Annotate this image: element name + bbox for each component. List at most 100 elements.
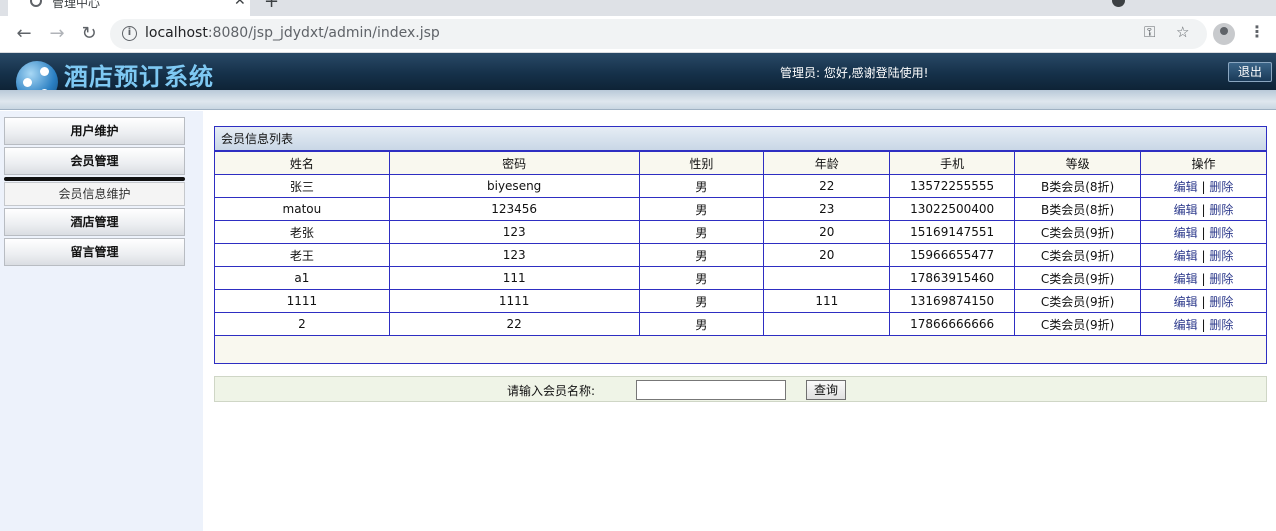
panel-title: 会员信息列表: [215, 127, 1266, 151]
welcome-text: 管理员: 您好,感谢登陆使用!: [780, 66, 929, 80]
member-name-input[interactable]: [636, 380, 786, 400]
table-row: a1 111 男 17863915460 C类会员(9折) 编辑 | 删除: [214, 266, 1267, 290]
edit-link[interactable]: 编辑: [1174, 180, 1198, 194]
edit-link[interactable]: 编辑: [1174, 226, 1198, 240]
cell-password: 22: [388, 312, 640, 336]
edit-link[interactable]: 编辑: [1174, 272, 1198, 286]
cell-password: 123: [388, 243, 640, 267]
table-row: 老王 123 男 20 15966655477 C类会员(9折) 编辑 | 删除: [214, 243, 1267, 267]
search-bar: 请输入会员名称: 查询: [214, 376, 1267, 402]
action-separator: |: [1201, 225, 1206, 240]
edit-link[interactable]: 编辑: [1174, 295, 1198, 309]
action-separator: |: [1201, 317, 1206, 332]
edit-link[interactable]: 编辑: [1174, 203, 1198, 217]
cell-password: 123: [388, 220, 640, 244]
logout-button[interactable]: 退出: [1228, 62, 1272, 82]
cell-age: 23: [763, 197, 891, 221]
app-title: 酒店预订系统: [64, 63, 214, 91]
cell-phone: 17866666666: [889, 312, 1016, 336]
cell-age: 20: [763, 220, 891, 244]
cell-phone: 17863915460: [889, 266, 1016, 290]
close-tab-icon[interactable]: ✕: [234, 0, 246, 9]
cell-level: C类会员(9折): [1014, 220, 1142, 244]
menu-dots-icon[interactable]: ⋮: [1249, 22, 1265, 41]
sidebar-item-message-management[interactable]: 留言管理: [4, 238, 185, 266]
info-icon[interactable]: i: [122, 26, 137, 41]
delete-link[interactable]: 删除: [1209, 272, 1233, 286]
sidebar-divider: [4, 177, 185, 181]
sidebar-item-user-maintenance[interactable]: 用户维护: [4, 117, 185, 145]
sidebar-item-member-management[interactable]: 会员管理: [4, 147, 185, 175]
column-header: 性别: [638, 151, 765, 175]
column-header: 姓名: [214, 151, 390, 175]
cell-level: C类会员(9折): [1014, 266, 1142, 290]
cell-password: 123456: [388, 197, 640, 221]
address-bar[interactable]: i localhost:8080/jsp_jdydxt/admin/index.…: [110, 19, 1207, 49]
delete-link[interactable]: 删除: [1209, 249, 1233, 263]
cell-phone: 15169147551: [889, 220, 1016, 244]
cell-gender: 男: [638, 312, 765, 336]
cell-password: 1111: [388, 289, 640, 313]
back-arrow-icon[interactable]: ←: [12, 22, 36, 46]
cell-name: 1111: [214, 289, 390, 313]
cell-phone: 13022500400: [889, 197, 1016, 221]
cell-level: B类会员(8折): [1014, 197, 1142, 221]
cell-age: 22: [763, 174, 891, 198]
member-list-panel: 会员信息列表 姓名 密码 性别 年龄 手机 等级 操作 张三 biyeseng …: [214, 126, 1267, 364]
delete-link[interactable]: 删除: [1209, 180, 1233, 194]
cell-actions: 编辑 | 删除: [1140, 197, 1267, 221]
column-header: 操作: [1140, 151, 1267, 175]
forward-arrow-icon[interactable]: →: [45, 22, 69, 46]
table-row: 张三 biyeseng 男 22 13572255555 B类会员(8折) 编辑…: [214, 174, 1267, 198]
new-tab-button[interactable]: +: [264, 0, 279, 12]
cell-gender: 男: [638, 266, 765, 290]
action-separator: |: [1201, 294, 1206, 309]
browser-tabstrip: 管理中心 ✕ +: [0, 0, 1276, 16]
action-separator: |: [1201, 248, 1206, 263]
table-row: 2 22 男 17866666666 C类会员(9折) 编辑 | 删除: [214, 312, 1267, 336]
cell-gender: 男: [638, 197, 765, 221]
cell-gender: 男: [638, 174, 765, 198]
cell-level: C类会员(9折): [1014, 243, 1142, 267]
browser-toolbar: ← → ↻ i localhost:8080/jsp_jdydxt/admin/…: [0, 16, 1276, 53]
cell-phone: 15966655477: [889, 243, 1016, 267]
search-button[interactable]: 查询: [806, 380, 846, 400]
cell-age: 20: [763, 243, 891, 267]
browser-tab[interactable]: 管理中心 ✕: [8, 0, 250, 16]
cell-gender: 男: [638, 243, 765, 267]
cell-password: biyeseng: [388, 174, 640, 198]
key-icon[interactable]: ⚿: [1144, 23, 1155, 41]
edit-link[interactable]: 编辑: [1174, 249, 1198, 263]
cell-password: 111: [388, 266, 640, 290]
browser-status-icon[interactable]: [1112, 0, 1125, 7]
column-header: 年龄: [763, 151, 891, 175]
sidebar: 用户维护 会员管理 会员信息维护 酒店管理 留言管理: [0, 111, 203, 531]
sidebar-subitem-member-info[interactable]: 会员信息维护: [4, 182, 185, 206]
delete-link[interactable]: 删除: [1209, 203, 1233, 217]
search-label: 请输入会员名称:: [507, 384, 596, 398]
edit-link[interactable]: 编辑: [1174, 318, 1198, 332]
delete-link[interactable]: 删除: [1209, 318, 1233, 332]
action-separator: |: [1201, 202, 1206, 217]
star-icon[interactable]: ☆: [1176, 23, 1189, 41]
cell-age: 111: [763, 289, 891, 313]
action-separator: |: [1201, 271, 1206, 286]
cell-name: 张三: [214, 174, 390, 198]
cell-name: 2: [214, 312, 390, 336]
cell-actions: 编辑 | 删除: [1140, 174, 1267, 198]
column-header: 等级: [1014, 151, 1142, 175]
url-text[interactable]: localhost:8080/jsp_jdydxt/admin/index.js…: [145, 25, 440, 41]
column-header: 密码: [388, 151, 640, 175]
cell-actions: 编辑 | 删除: [1140, 289, 1267, 313]
profile-avatar-icon[interactable]: [1213, 23, 1235, 45]
cell-actions: 编辑 | 删除: [1140, 312, 1267, 336]
cell-phone: 13169874150: [889, 289, 1016, 313]
delete-link[interactable]: 删除: [1209, 226, 1233, 240]
cell-level: C类会员(9折): [1014, 289, 1142, 313]
reload-icon[interactable]: ↻: [77, 22, 101, 46]
table-header-row: 姓名 密码 性别 年龄 手机 等级 操作: [214, 151, 1267, 175]
cell-gender: 男: [638, 289, 765, 313]
cell-age: [763, 266, 891, 290]
sidebar-item-hotel-management[interactable]: 酒店管理: [4, 208, 185, 236]
delete-link[interactable]: 删除: [1209, 295, 1233, 309]
